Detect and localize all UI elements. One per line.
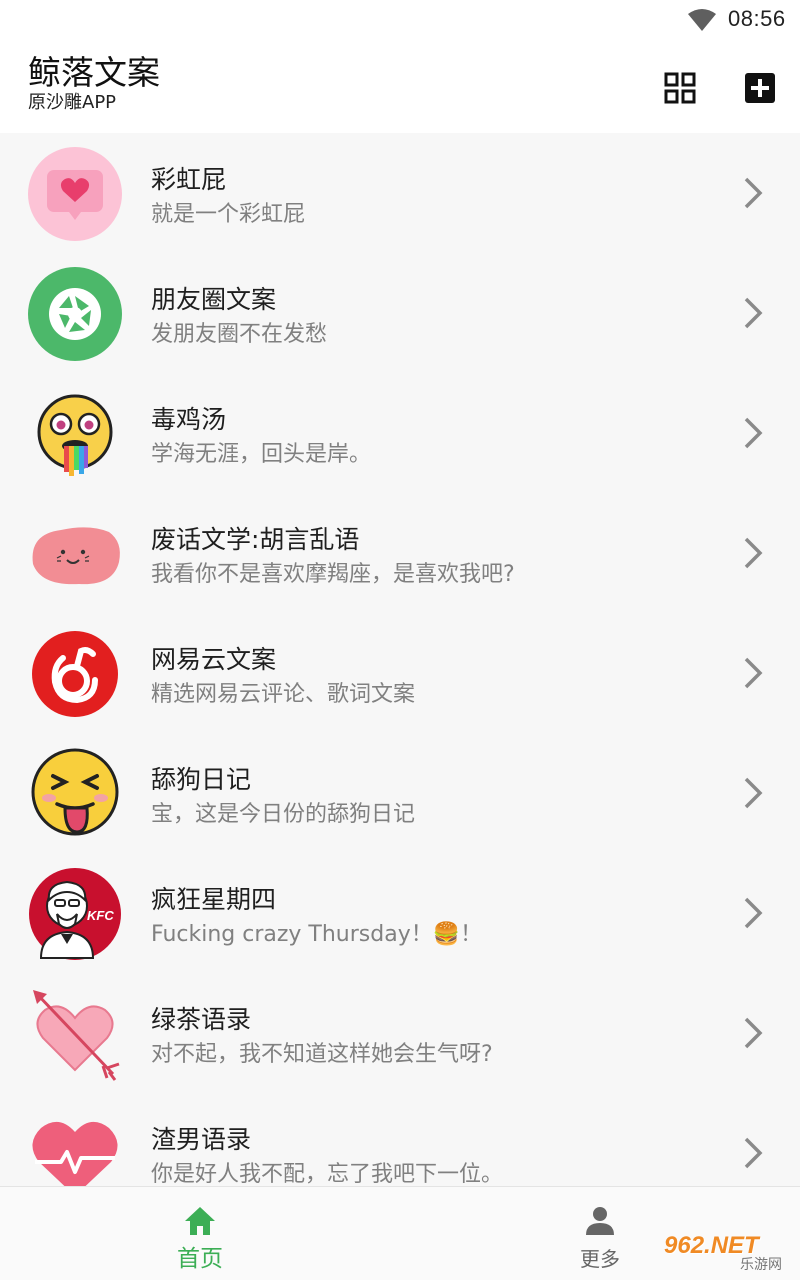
item-subtitle: 精选网易云评论、歌词文案 xyxy=(151,682,416,707)
heartbeat-heart-icon xyxy=(32,1122,118,1186)
chevron-right-icon xyxy=(744,1017,763,1049)
camera-aperture-icon xyxy=(28,267,122,361)
netease-music-icon xyxy=(32,631,118,717)
watermark-logo: 962.NET 乐游网 xyxy=(660,1232,796,1276)
heart-arrow-icon xyxy=(33,990,120,1081)
rainbow-puke-emoji-icon xyxy=(37,394,113,476)
list-item[interactable]: 朋友圈文案 发朋友圈不在发愁 xyxy=(0,253,800,373)
person-icon xyxy=(586,1207,614,1235)
list-item[interactable]: 毒鸡汤 学海无涯，回头是岸。 xyxy=(0,373,800,493)
item-title: 舔狗日记 xyxy=(151,765,252,794)
list-item[interactable]: 舔狗日记 宝，这是今日份的舔狗日记 xyxy=(0,733,800,853)
item-title: 毒鸡汤 xyxy=(151,405,227,434)
item-title: 彩虹屁 xyxy=(151,165,227,194)
chevron-right-icon xyxy=(744,297,763,329)
chevron-right-icon xyxy=(744,657,763,689)
item-title: 绿茶语录 xyxy=(151,1005,252,1034)
status-bar: 08:56 xyxy=(0,0,800,44)
item-title: 网易云文案 xyxy=(151,645,277,674)
item-subtitle: 宝，这是今日份的舔狗日记 xyxy=(151,802,416,827)
app-subtitle: 原沙雕APP xyxy=(28,92,117,113)
item-subtitle: 学海无涯，回头是岸。 xyxy=(151,442,372,467)
watermark-site: 乐游网 xyxy=(740,1257,782,1273)
list-item[interactable]: 彩虹屁 就是一个彩虹屁 xyxy=(0,133,800,253)
nav-more[interactable]: 更多 xyxy=(540,1187,660,1280)
list-item[interactable]: 废话文学:胡言乱语 我看你不是喜欢摩羯座，是喜欢我吧? xyxy=(0,493,800,613)
item-title: 渣男语录 xyxy=(151,1125,252,1154)
item-subtitle: 发朋友圈不在发愁 xyxy=(151,322,328,347)
app-title: 鲸落文案 xyxy=(28,53,160,92)
item-title: 朋友圈文案 xyxy=(151,285,277,314)
chevron-right-icon xyxy=(744,177,763,209)
nav-home-label: 首页 xyxy=(177,1246,223,1272)
nav-more-label: 更多 xyxy=(580,1247,620,1271)
chevron-right-icon xyxy=(744,1137,763,1169)
chevron-right-icon xyxy=(744,897,763,929)
tongue-out-emoji-icon xyxy=(31,748,119,836)
item-subtitle: 你是好人我不配，忘了我吧下一位。 xyxy=(151,1162,504,1186)
pink-blob-face-icon xyxy=(32,527,120,585)
wifi-icon xyxy=(688,9,716,31)
pink-heart-chat-icon xyxy=(28,147,122,241)
item-title: 疯狂星期四 xyxy=(151,885,277,914)
copywriting-list: 彩虹屁 就是一个彩虹屁 朋友圈文案 发朋友圈不在发愁 毒鸡汤 学海无涯，回头是岸… xyxy=(0,133,800,1186)
grid-view-icon[interactable] xyxy=(664,72,696,104)
status-time: 08:56 xyxy=(728,6,786,31)
item-subtitle: 我看你不是喜欢摩羯座，是喜欢我吧? xyxy=(151,562,515,587)
item-subtitle: 对不起，我不知道这样她会生气呀? xyxy=(151,1042,493,1067)
list-item[interactable]: 渣男语录 你是好人我不配，忘了我吧下一位。 xyxy=(0,1093,800,1186)
item-subtitle: 就是一个彩虹屁 xyxy=(151,202,306,227)
item-title: 废话文学:胡言乱语 xyxy=(151,525,360,554)
home-icon xyxy=(185,1207,215,1235)
kfc-logo-icon: KFC xyxy=(29,868,121,960)
app-bar: 鲸落文案 原沙雕APP xyxy=(0,44,800,133)
chevron-right-icon xyxy=(744,417,763,449)
list-item[interactable]: KFC 疯狂星期四 Fucking crazy Thursday！🍔！ xyxy=(0,853,800,973)
list-item[interactable]: 绿茶语录 对不起，我不知道这样她会生气呀? xyxy=(0,973,800,1093)
item-subtitle: Fucking crazy Thursday！🍔！ xyxy=(151,922,483,947)
nav-home[interactable]: 首页 xyxy=(140,1187,260,1280)
chevron-right-icon xyxy=(744,537,763,569)
chevron-right-icon xyxy=(744,777,763,809)
list-item[interactable]: 网易云文案 精选网易云评论、歌词文案 xyxy=(0,613,800,733)
add-icon[interactable] xyxy=(744,72,776,104)
svg-text:KFC: KFC xyxy=(87,908,114,923)
